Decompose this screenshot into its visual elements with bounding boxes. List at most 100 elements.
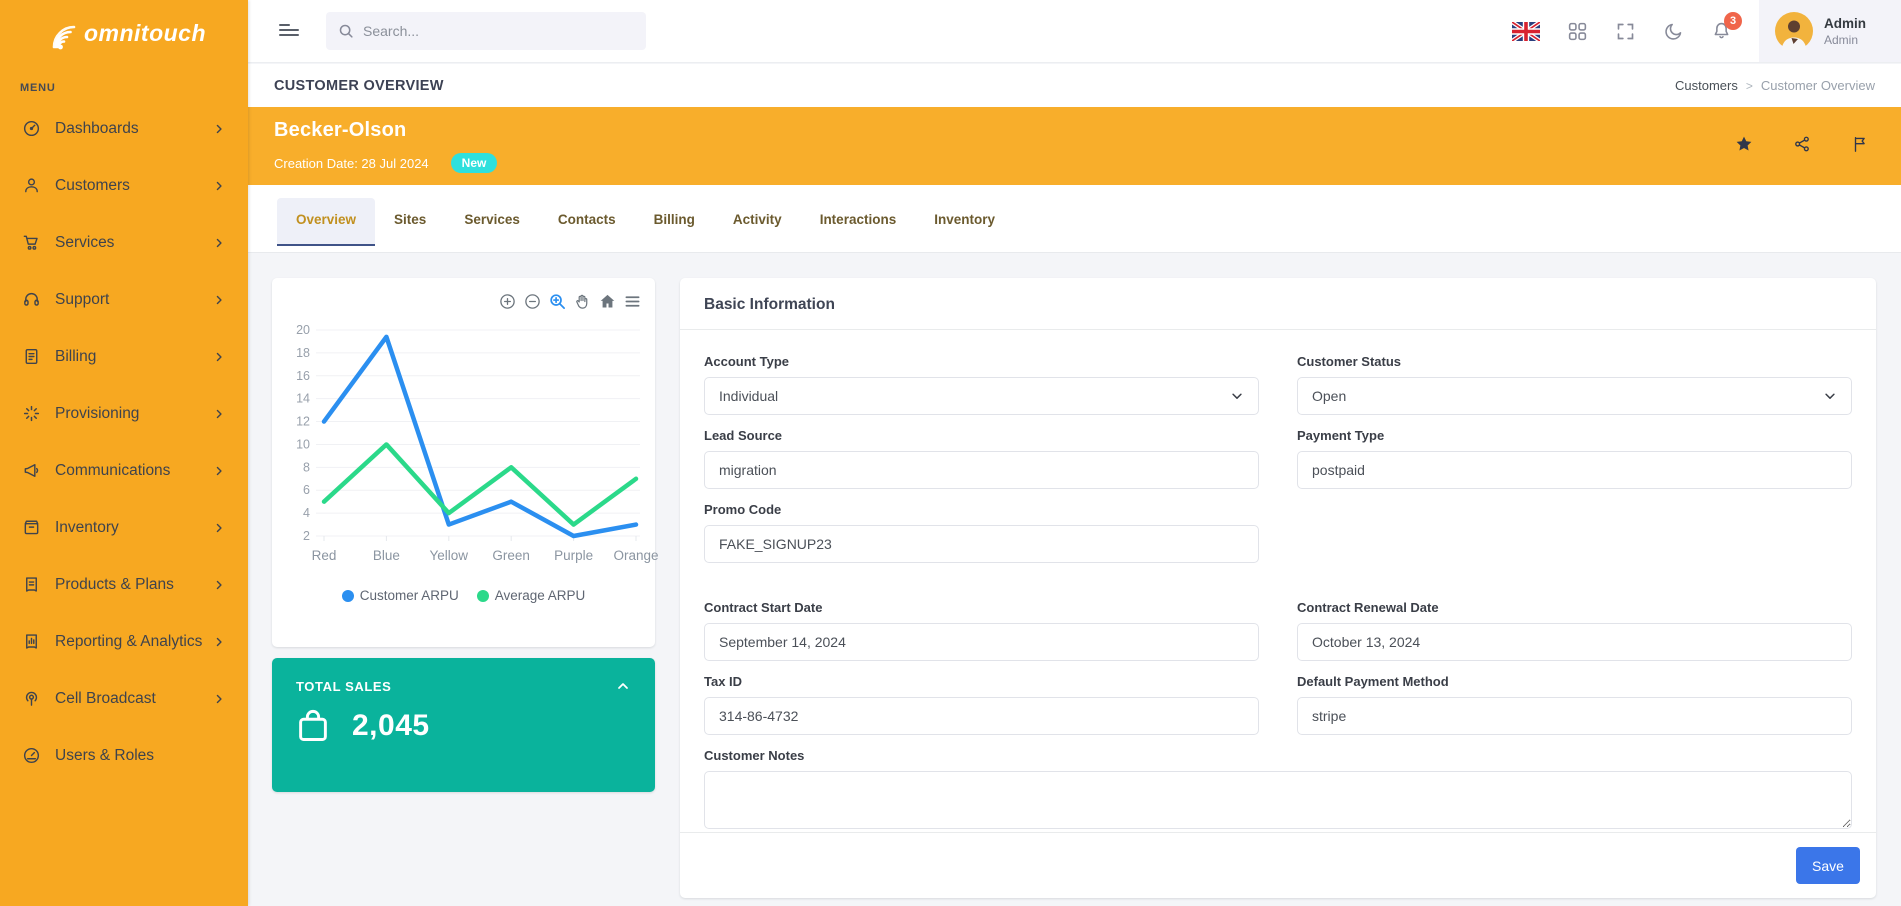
chart-legend: Customer ARPU Average ARPU	[286, 588, 641, 603]
svg-text:2: 2	[303, 529, 310, 543]
customers-icon	[22, 176, 41, 195]
sidebar-item-label: Users & Roles	[55, 747, 226, 765]
breadcrumb-link-customers[interactable]: Customers	[1675, 78, 1738, 93]
lead-source-label: Lead Source	[704, 428, 1259, 443]
spark-icon	[22, 404, 41, 423]
chart-menu-button[interactable]	[624, 293, 641, 310]
cart-icon	[22, 233, 41, 252]
sidebar-item-inventory[interactable]: Inventory	[0, 499, 248, 556]
contract-start-date-field: Contract Start Date	[704, 600, 1259, 661]
total-sales-value: 2,045	[352, 709, 430, 743]
sidebar-item-products-plans[interactable]: Products & Plans	[0, 556, 248, 613]
chevron-right-icon	[212, 464, 226, 478]
chart-zoom-in-button[interactable]	[499, 293, 516, 310]
sidebar-item-customers[interactable]: Customers	[0, 157, 248, 214]
chevron-right-icon	[212, 407, 226, 421]
dashboard-icon	[22, 119, 41, 138]
tab-sites[interactable]: Sites	[375, 198, 445, 244]
sidebar-item-services[interactable]: Services	[0, 214, 248, 271]
tab-contacts[interactable]: Contacts	[539, 198, 635, 244]
app-root: omnitouch MENU Dashboards Customers Serv…	[0, 0, 1901, 906]
uk-flag-icon	[1512, 22, 1540, 41]
moon-icon	[1663, 21, 1684, 42]
breadcrumb-separator: >	[1746, 79, 1753, 93]
user-menu[interactable]: Admin Admin	[1759, 0, 1901, 62]
svg-text:Purple: Purple	[554, 548, 593, 563]
save-button[interactable]: Save	[1796, 847, 1860, 884]
chart-reset-button[interactable]	[599, 293, 616, 310]
chevron-right-icon	[212, 692, 226, 706]
broadcast-icon	[22, 689, 41, 708]
sidebar-item-provisioning[interactable]: Provisioning	[0, 385, 248, 442]
svg-text:6: 6	[303, 483, 310, 497]
brand-logo[interactable]: omnitouch	[0, 0, 248, 66]
sidebar: omnitouch MENU Dashboards Customers Serv…	[0, 0, 248, 906]
promo-code-input[interactable]	[704, 525, 1259, 563]
form-footer: Save	[680, 832, 1876, 898]
sidebar-item-label: Cell Broadcast	[55, 690, 212, 708]
status-badge: New	[451, 153, 498, 173]
share-button[interactable]	[1793, 135, 1811, 156]
sidebar-item-communications[interactable]: Communications	[0, 442, 248, 499]
arpu-line-chart[interactable]: 2468101214161820RedBlueYellowGreenPurple…	[286, 314, 641, 582]
notifications-button[interactable]: 3	[1711, 20, 1732, 42]
spacer-cell	[1297, 502, 1852, 563]
sidebar-item-label: Provisioning	[55, 405, 212, 423]
fullscreen-button[interactable]	[1615, 21, 1636, 42]
tab-overview[interactable]: Overview	[277, 198, 375, 244]
sidebar-item-dashboards[interactable]: Dashboards	[0, 100, 248, 157]
sidebar-item-users-roles[interactable]: Users & Roles	[0, 727, 248, 784]
contract-renewal-date-label: Contract Renewal Date	[1297, 600, 1852, 615]
tab-billing[interactable]: Billing	[635, 198, 714, 244]
flag-icon	[1851, 135, 1869, 153]
lead-source-input[interactable]	[704, 451, 1259, 489]
svg-text:12: 12	[296, 415, 310, 429]
lead-source-field: Lead Source	[704, 428, 1259, 489]
sidebar-item-label: Support	[55, 291, 212, 309]
breadcrumb: Customers > Customer Overview	[1675, 78, 1875, 93]
language-flag-button[interactable]	[1512, 22, 1540, 41]
search-input[interactable]	[363, 23, 623, 39]
chevron-right-icon	[212, 521, 226, 535]
chart-pan-button[interactable]	[574, 293, 591, 310]
sidebar-item-reporting-analytics[interactable]: Reporting & Analytics	[0, 613, 248, 670]
apps-grid-button[interactable]	[1567, 21, 1588, 42]
shopping-bag-icon	[296, 708, 330, 744]
tax-id-label: Tax ID	[704, 674, 1259, 689]
sidebar-item-label: Customers	[55, 177, 212, 195]
legend-item[interactable]: Customer ARPU	[342, 588, 459, 603]
favorite-star-button[interactable]	[1735, 135, 1753, 156]
payment-type-field: Payment Type	[1297, 428, 1852, 489]
tab-services[interactable]: Services	[445, 198, 539, 244]
tab-interactions[interactable]: Interactions	[801, 198, 916, 244]
customer-notes-label: Customer Notes	[704, 748, 1852, 763]
menu-toggle-button[interactable]	[278, 20, 300, 43]
gauge-icon	[22, 746, 41, 765]
default-payment-method-input[interactable]	[1297, 697, 1852, 735]
customer-notes-textarea[interactable]	[704, 771, 1852, 829]
contract-renewal-date-input[interactable]	[1297, 623, 1852, 661]
tab-inventory[interactable]: Inventory	[915, 198, 1014, 244]
chart-zoom-out-button[interactable]	[524, 293, 541, 310]
tab-activity[interactable]: Activity	[714, 198, 801, 244]
sidebar-nav: Dashboards Customers Services Support Bi	[0, 100, 248, 784]
payment-type-input[interactable]	[1297, 451, 1852, 489]
svg-text:16: 16	[296, 369, 310, 383]
home-icon	[599, 293, 616, 310]
legend-item[interactable]: Average ARPU	[477, 588, 586, 603]
flag-button[interactable]	[1851, 135, 1869, 156]
dark-mode-button[interactable]	[1663, 21, 1684, 42]
customer-banner: Becker-Olson Creation Date: 28 Jul 2024 …	[248, 107, 1901, 185]
contract-start-date-input[interactable]	[704, 623, 1259, 661]
collapse-sales-button[interactable]	[615, 678, 631, 694]
customer-status-select[interactable]: Open	[1297, 377, 1852, 415]
sidebar-item-support[interactable]: Support	[0, 271, 248, 328]
sidebar-item-cell-broadcast[interactable]: Cell Broadcast	[0, 670, 248, 727]
chevron-right-icon	[212, 122, 226, 136]
account-type-label: Account Type	[704, 354, 1259, 369]
account-type-select[interactable]: Individual	[704, 377, 1259, 415]
chart-selection-zoom-button[interactable]	[549, 293, 566, 310]
total-sales-label: TOTAL SALES	[296, 679, 391, 694]
tax-id-input[interactable]	[704, 697, 1259, 735]
sidebar-item-billing[interactable]: Billing	[0, 328, 248, 385]
